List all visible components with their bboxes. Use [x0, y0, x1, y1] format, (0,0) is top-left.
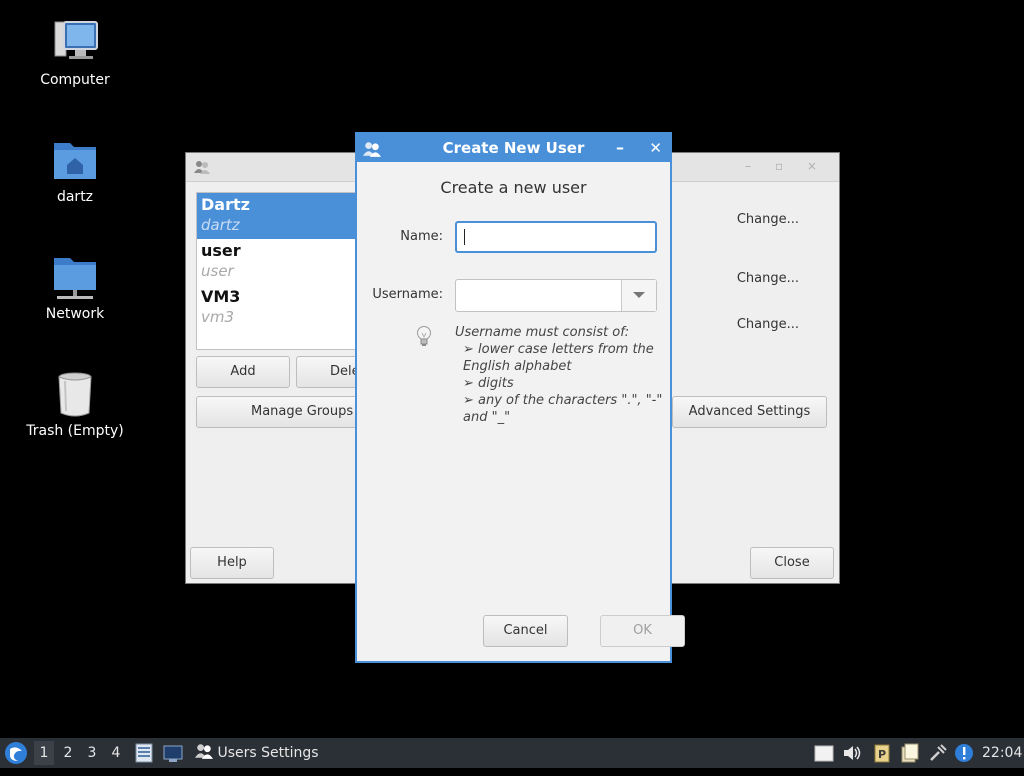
desktop-icon-label: dartz [56, 189, 94, 205]
help-button[interactable]: Help [190, 547, 274, 579]
list-item[interactable]: user user [197, 239, 362, 285]
network-folder-icon [51, 254, 99, 302]
dialog-titlebar[interactable]: Create New User – ✕ [357, 134, 670, 162]
hint-title: Username must consist of: [455, 325, 630, 340]
window-controls[interactable]: – ▫ × [745, 159, 827, 173]
users-icon [195, 744, 213, 759]
notes-icon[interactable] [900, 743, 919, 763]
distro-logo-icon [5, 742, 27, 764]
clipboard-icon[interactable]: P [872, 743, 890, 763]
file-manager-launcher[interactable] [135, 743, 153, 774]
user-login-name: dartz [201, 216, 240, 234]
desktop-icon-trash[interactable]: Trash (Empty) [20, 371, 130, 439]
network-connection-icon[interactable] [928, 743, 947, 763]
dialog-title: Create New User [442, 139, 585, 157]
desktop-icon-label: Network [45, 306, 105, 322]
user-display-name: user [201, 241, 241, 260]
hint-rule: ➢ digits [463, 376, 514, 391]
computer-icon [51, 20, 99, 68]
task-users-settings[interactable]: Users Settings [195, 738, 325, 768]
file-manager-icon [135, 743, 153, 763]
workspace-3[interactable]: 3 [82, 741, 102, 765]
terminal-launcher[interactable] [163, 744, 183, 774]
desktop-icon-label: Computer [40, 72, 110, 88]
user-login-name: vm3 [201, 308, 235, 326]
close-button[interactable]: Close [750, 547, 834, 579]
add-user-button[interactable]: Add [196, 356, 290, 388]
cancel-button[interactable]: Cancel [483, 615, 568, 647]
username-hint: Username must consist of: ➢ lower case l… [455, 324, 665, 426]
desktop-icon-label: Trash (Empty) [26, 423, 124, 439]
username-dropdown-button[interactable] [621, 280, 656, 311]
volume-icon[interactable] [842, 743, 861, 763]
start-menu-button[interactable] [4, 741, 28, 765]
taskbar: 1 2 3 4 Users Settings P 22:04 [0, 738, 1024, 768]
username-field[interactable] [456, 280, 622, 311]
desktop-icon-home[interactable]: dartz [20, 137, 130, 205]
advanced-settings-button[interactable]: Advanced Settings [672, 396, 827, 428]
workspace-1[interactable]: 1 [34, 741, 54, 765]
workspace-2[interactable]: 2 [58, 741, 78, 765]
hint-rule: ➢ any of the characters ".", "-" and "_" [463, 393, 663, 425]
user-display-name: Dartz [201, 195, 250, 214]
user-display-name: VM3 [201, 287, 241, 306]
text-cursor [464, 229, 465, 245]
home-folder-icon [51, 137, 99, 185]
desktop-icon-network[interactable]: Network [20, 254, 130, 322]
username-label: Username: [372, 287, 443, 302]
create-user-dialog: Create New User – ✕ Create a new user Na… [355, 132, 685, 663]
username-combobox[interactable] [455, 279, 657, 312]
svg-text:P: P [878, 748, 886, 761]
trash-icon [51, 371, 99, 419]
dialog-heading: Create a new user [440, 178, 587, 197]
terminal-icon [163, 745, 183, 762]
close-icon[interactable]: ✕ [649, 134, 662, 162]
minimize-icon[interactable]: – [616, 134, 624, 162]
change-password-button[interactable]: Change... [737, 317, 799, 332]
chevron-down-icon [633, 292, 645, 298]
notification-icon[interactable] [954, 743, 973, 763]
list-item[interactable]: VM3 vm3 [197, 285, 362, 331]
user-list[interactable]: Dartz dartz user user VM3 vm3 [196, 192, 363, 350]
show-desktop-icon[interactable] [814, 743, 834, 763]
task-label: Users Settings [217, 745, 319, 761]
change-name-button[interactable]: Change... [737, 212, 799, 227]
name-label: Name: [400, 229, 443, 244]
hint-rule: ➢ lower case letters from the English al… [463, 342, 654, 374]
clock[interactable]: 22:04 [982, 738, 1022, 768]
users-icon [194, 159, 210, 175]
name-field[interactable] [455, 221, 657, 253]
change-account-type-button[interactable]: Change... [737, 271, 799, 286]
users-icon [363, 139, 381, 157]
list-item[interactable]: Dartz dartz [197, 193, 362, 239]
ok-button[interactable]: OK [600, 615, 685, 647]
user-login-name: user [201, 262, 234, 280]
lightbulb-icon [415, 325, 433, 349]
workspace-4[interactable]: 4 [106, 741, 126, 765]
desktop-icon-computer[interactable]: Computer [20, 20, 130, 88]
